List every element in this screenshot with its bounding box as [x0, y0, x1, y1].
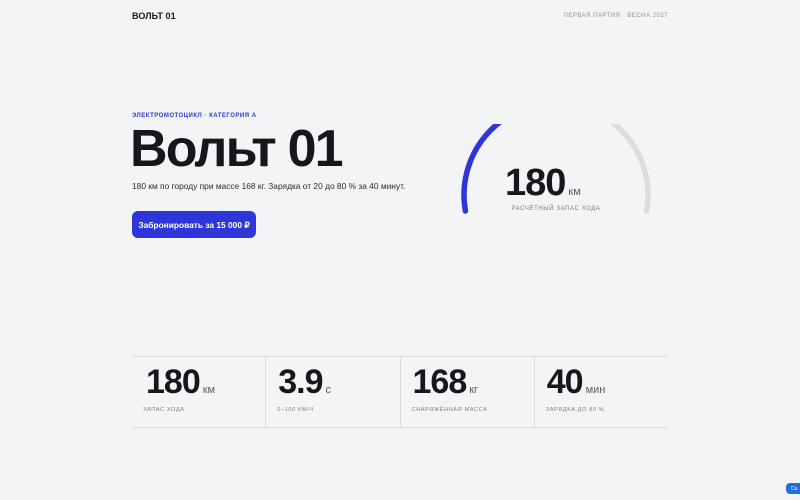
stat-label: 0–100 КМ/Ч — [277, 407, 314, 413]
stat-acceleration: 3.9 с 0–100 КМ/Ч — [265, 357, 399, 427]
product-description: 180 км по городу при массе 168 кг. Заряд… — [132, 181, 406, 191]
stat-value: 40 — [546, 363, 584, 401]
gauge-value: 180 — [505, 162, 566, 204]
stat-charging: 40 мин ЗАРЯДКА ДО 80 % — [533, 357, 668, 427]
stat-range: 180 км ЗАПАС ХОДА — [132, 357, 265, 427]
page-title: Вольт 01 — [130, 120, 344, 178]
brand-logo[interactable]: ВОЛЬТ 01 — [132, 11, 176, 21]
stat-value: 168 — [412, 363, 468, 401]
stat-label: СНАРЯЖЁННАЯ МАССА — [411, 407, 488, 413]
stat-range-readout: 180 км — [146, 363, 215, 402]
gauge-unit: км — [568, 186, 581, 198]
batch-info: ПЕРВАЯ ПАРТИЯ · ВЕСНА 2027 — [563, 13, 668, 19]
reserve-button[interactable]: Забронировать за 15 000 ₽ — [132, 211, 256, 238]
floating-action-button[interactable]: Ca — [786, 483, 800, 494]
stat-value: 3.9 — [278, 363, 323, 401]
gauge-caption: РАСЧЁТНЫЙ ЗАПАС ХОДА — [511, 206, 601, 212]
stats-strip: 180 км ЗАПАС ХОДА 3.9 с 0–100 КМ/Ч 168 к… — [132, 356, 668, 428]
stat-value: 180 — [146, 363, 201, 401]
stat-unit: км — [202, 384, 216, 396]
stat-weight-readout: 168 кг — [413, 363, 479, 402]
stat-unit: мин — [585, 384, 606, 396]
stat-label: ЗАПАС ХОДА — [143, 407, 185, 413]
stat-unit: кг — [469, 384, 479, 396]
stat-acceleration-readout: 3.9 с — [278, 363, 331, 402]
stat-weight: 168 кг СНАРЯЖЁННАЯ МАССА — [399, 357, 534, 427]
page: ВОЛЬТ 01 ПЕРВАЯ ПАРТИЯ · ВЕСНА 2027 ЭЛЕК… — [0, 0, 800, 500]
stat-charging-readout: 40 мин — [547, 363, 606, 402]
stat-label: ЗАРЯДКА ДО 80 % — [545, 407, 605, 413]
stat-unit: с — [325, 384, 332, 396]
gauge-readout: 180 км — [505, 162, 581, 205]
